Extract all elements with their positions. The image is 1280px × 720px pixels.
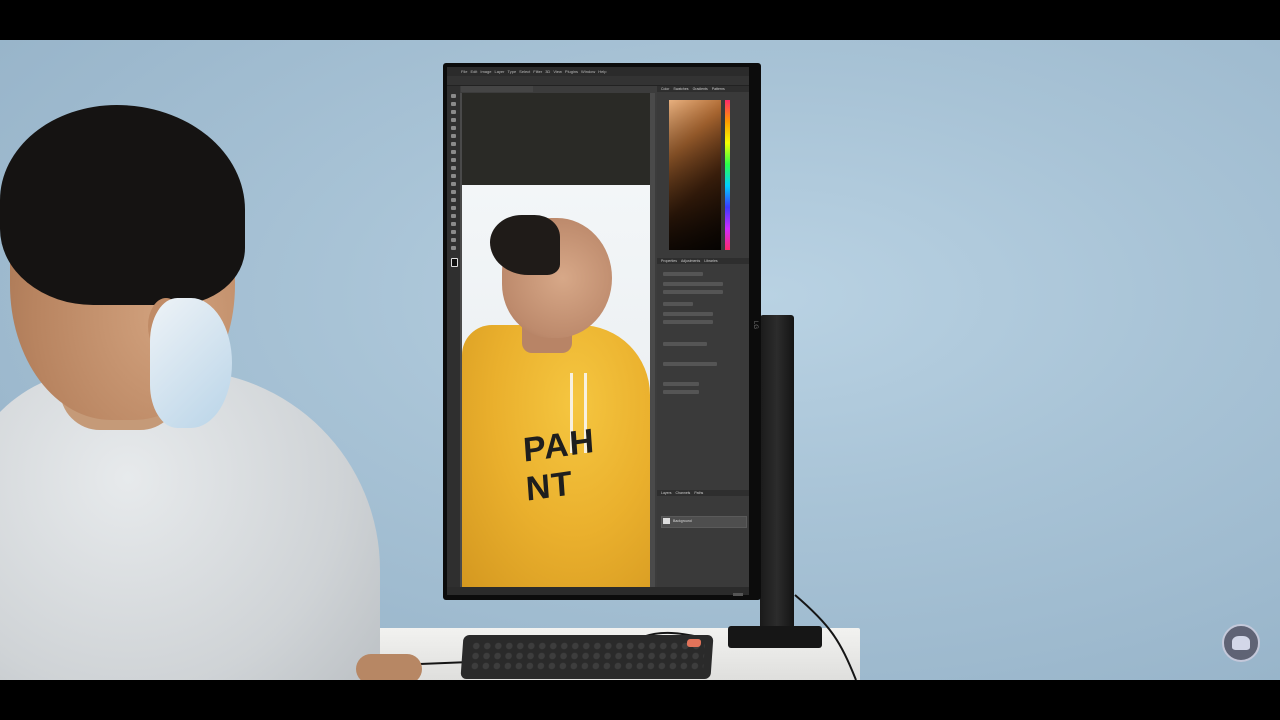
- layer-name: Background: [673, 519, 692, 523]
- clone-stamp-tool-icon[interactable]: [451, 158, 456, 162]
- right-panels: Color Swatches Gradients Patterns Proper…: [657, 86, 749, 587]
- canvas-dark-region: [462, 93, 650, 185]
- menu-item-help[interactable]: Help: [598, 69, 606, 74]
- menu-item-filter[interactable]: Filter: [533, 69, 542, 74]
- menu-item-plugins[interactable]: Plugins: [565, 69, 578, 74]
- blur-tool-icon[interactable]: [451, 190, 456, 194]
- tab-libraries[interactable]: Libraries: [704, 258, 717, 264]
- move-tool-icon[interactable]: [451, 94, 456, 98]
- person-hand: [356, 654, 422, 680]
- letterbox-top: [0, 0, 1280, 40]
- quick-select-tool-icon[interactable]: [451, 118, 456, 122]
- foreground-color-swatch[interactable]: [451, 258, 458, 267]
- menu-item-view[interactable]: View: [553, 69, 562, 74]
- properties-panel-tabs: Properties Adjustments Libraries: [657, 258, 749, 264]
- document-canvas[interactable]: PAH NT: [462, 93, 650, 587]
- face-mask: [150, 298, 232, 428]
- monitor-stand-base: [728, 626, 822, 648]
- prop-row: [663, 382, 699, 386]
- menu-item-image[interactable]: Image: [480, 69, 491, 74]
- prop-row: [663, 290, 723, 294]
- tab-adjustments[interactable]: Adjustments: [681, 258, 700, 264]
- lasso-tool-icon[interactable]: [451, 110, 456, 114]
- photo-scene: File Edit Image Layer Type Select Filter…: [0, 40, 1280, 680]
- keyboard-keys: [469, 641, 706, 671]
- menu-item-edit[interactable]: Edit: [470, 69, 477, 74]
- channel-logo-mark: [1232, 636, 1250, 650]
- editor-menubar: File Edit Image Layer Type Select Filter…: [447, 67, 749, 76]
- pen-tool-icon[interactable]: [451, 206, 456, 210]
- eraser-tool-icon[interactable]: [451, 174, 456, 178]
- tab-properties[interactable]: Properties: [661, 258, 677, 264]
- menu-item-3d[interactable]: 3D: [545, 69, 550, 74]
- tab-channels[interactable]: Channels: [676, 490, 691, 496]
- healing-tool-icon[interactable]: [451, 142, 456, 146]
- prop-row: [663, 302, 693, 306]
- status-bar: [447, 587, 749, 595]
- tools-panel: [447, 86, 460, 595]
- menu-item-window[interactable]: Window: [581, 69, 595, 74]
- letterbox-bottom: [0, 680, 1280, 720]
- monitor-stand: [760, 315, 794, 635]
- prop-row: [663, 312, 713, 316]
- prop-row: [663, 390, 699, 394]
- monitor-screen: File Edit Image Layer Type Select Filter…: [447, 67, 749, 595]
- editor-options-bar: [447, 76, 749, 86]
- menu-item-file[interactable]: File: [461, 69, 467, 74]
- prop-row: [663, 272, 703, 276]
- channel-logo-icon: [1222, 624, 1260, 662]
- keyboard: [460, 635, 714, 679]
- canvas-area[interactable]: PAH NT: [460, 93, 655, 587]
- hand-tool-icon[interactable]: [451, 238, 456, 242]
- color-field-shade: [669, 100, 721, 250]
- prop-row: [663, 342, 707, 346]
- monitor-power-button: [733, 593, 743, 596]
- tab-patterns[interactable]: Patterns: [712, 86, 725, 92]
- layer-thumbnail: [663, 518, 670, 524]
- history-brush-tool-icon[interactable]: [451, 166, 456, 170]
- tab-paths[interactable]: Paths: [694, 490, 703, 496]
- tab-layers[interactable]: Layers: [661, 490, 672, 496]
- tab-color[interactable]: Color: [661, 86, 669, 92]
- menu-item-type[interactable]: Type: [508, 69, 517, 74]
- marquee-tool-icon[interactable]: [451, 102, 456, 106]
- gradient-tool-icon[interactable]: [451, 182, 456, 186]
- eyedropper-tool-icon[interactable]: [451, 134, 456, 138]
- keyboard-accent-key: [686, 639, 702, 647]
- prop-row: [663, 282, 723, 286]
- menu-item-select[interactable]: Select: [519, 69, 530, 74]
- tab-gradients[interactable]: Gradients: [693, 86, 708, 92]
- crop-tool-icon[interactable]: [451, 126, 456, 130]
- dodge-tool-icon[interactable]: [451, 198, 456, 202]
- hue-slider[interactable]: [725, 100, 730, 250]
- document-tab[interactable]: [461, 86, 533, 92]
- prop-row: [663, 320, 713, 324]
- type-tool-icon[interactable]: [451, 214, 456, 218]
- tab-swatches[interactable]: Swatches: [673, 86, 688, 92]
- shape-tool-icon[interactable]: [451, 230, 456, 234]
- zoom-tool-icon[interactable]: [451, 246, 456, 250]
- color-panel-tabs: Color Swatches Gradients Patterns: [657, 86, 749, 92]
- prop-row: [663, 362, 717, 366]
- monitor-brand-logo: LG: [752, 321, 758, 330]
- layers-panel-tabs: Layers Channels Paths: [657, 490, 749, 496]
- monitor: File Edit Image Layer Type Select Filter…: [443, 63, 761, 600]
- menu-item-layer[interactable]: Layer: [494, 69, 504, 74]
- brush-tool-icon[interactable]: [451, 150, 456, 154]
- path-select-tool-icon[interactable]: [451, 222, 456, 226]
